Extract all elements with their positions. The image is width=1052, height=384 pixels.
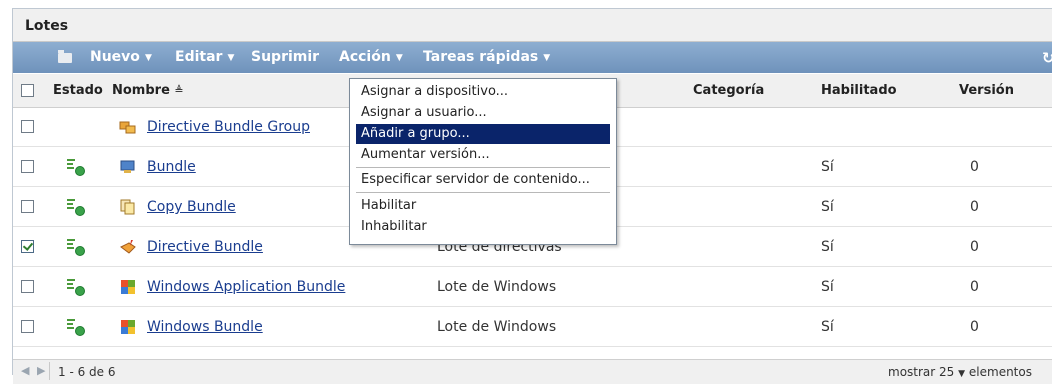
divider: [49, 362, 50, 380]
enabled-cell: Sí: [821, 199, 834, 215]
bundle-icon: [120, 160, 135, 173]
column-header-version[interactable]: Versión: [959, 83, 1014, 98]
toolbar: Nuevo ▼ Editar ▼ Suprimir Acción ▼ Tareas r…: [13, 42, 1052, 73]
menu-item-increase-version[interactable]: Aumentar versión...: [356, 145, 610, 165]
caret-down-icon: ▼: [958, 369, 966, 379]
caret-down-icon: ▼: [395, 53, 403, 63]
status-icon: [66, 317, 86, 337]
copy-bundle-icon: [120, 199, 135, 215]
refresh-icon[interactable]: ↻: [1042, 49, 1052, 67]
menu-item-assign-user[interactable]: Asignar a usuario...: [356, 103, 610, 123]
bundles-panel: Lotes Nuevo ▼ Editar ▼ Suprimir Acción ▼ Ta…: [12, 8, 1052, 384]
bundle-name-link[interactable]: Directive Bundle: [147, 239, 263, 255]
row-checkbox[interactable]: [21, 160, 34, 173]
caret-down-icon: ▼: [227, 53, 235, 63]
previous-page-icon[interactable]: ◀: [21, 364, 29, 377]
column-header-nombre[interactable]: Nombre ≜: [112, 83, 184, 98]
menu-divider: [356, 192, 610, 193]
page-size-control: mostrar 25 ▼ elementos: [888, 365, 1032, 379]
menu-divider: [356, 167, 610, 168]
menu-item-add-to-group[interactable]: Añadir a grupo...: [356, 124, 610, 144]
version-cell: 0: [970, 159, 979, 175]
bundle-name-link[interactable]: Bundle: [147, 159, 196, 175]
bundle-group-icon: [119, 121, 136, 134]
version-cell: 0: [970, 279, 979, 295]
folder-icon[interactable]: [58, 50, 72, 63]
version-cell: 0: [970, 239, 979, 255]
edit-menu-button[interactable]: Editar ▼: [175, 49, 234, 65]
column-header-estado[interactable]: Estado: [53, 83, 103, 98]
status-icon: [66, 157, 86, 177]
panel-title-bar: Lotes: [13, 9, 1052, 42]
status-icon: [66, 197, 86, 217]
page-size-select[interactable]: 25 ▼: [939, 365, 965, 379]
quick-tasks-menu-button[interactable]: Tareas rápidas ▼: [423, 49, 550, 65]
directive-bundle-icon: [120, 240, 136, 254]
pagination-bar: ◀ ▶ 1 - 6 de 6 mostrar 25 ▼ elementos: [13, 359, 1052, 384]
bundle-name-link[interactable]: Windows Application Bundle: [147, 279, 345, 295]
version-cell: 0: [970, 319, 979, 335]
bundle-name-link[interactable]: Copy Bundle: [147, 199, 236, 215]
category-cell: Lote de Windows: [437, 279, 557, 295]
column-header-habilitado[interactable]: Habilitado: [821, 83, 897, 98]
items-label: elementos: [968, 365, 1032, 379]
status-icon: [66, 237, 86, 257]
enabled-cell: Sí: [821, 159, 834, 175]
row-checkbox[interactable]: [21, 280, 34, 293]
menu-item-assign-device[interactable]: Asignar a dispositivo...: [356, 82, 610, 102]
version-cell: 0: [970, 199, 979, 215]
action-menu-button[interactable]: Acción ▼: [339, 49, 403, 65]
action-dropdown-menu: Asignar a dispositivo... Asignar a usuar…: [349, 78, 617, 245]
delete-button[interactable]: Suprimir: [251, 49, 319, 65]
menu-item-disable[interactable]: Inhabilitar: [356, 217, 610, 237]
status-icon: [66, 277, 86, 297]
menu-item-enable[interactable]: Habilitar: [356, 196, 610, 216]
table-row: Windows Application Bundle Lote de Windo…: [13, 268, 1052, 307]
row-checkbox[interactable]: [21, 120, 34, 133]
table-row: Windows Bundle Lote de Windows Sí 0: [13, 308, 1052, 347]
show-label: mostrar: [888, 365, 936, 379]
menu-item-specify-content-server[interactable]: Especificar servidor de contenido...: [356, 170, 610, 190]
windows-bundle-icon: [121, 280, 135, 294]
enabled-cell: Sí: [821, 239, 834, 255]
enabled-cell: Sí: [821, 279, 834, 295]
page-range: 1 - 6 de 6: [58, 365, 116, 379]
row-checkbox[interactable]: [21, 240, 34, 253]
row-checkbox[interactable]: [21, 200, 34, 213]
enabled-cell: Sí: [821, 319, 834, 335]
sort-ascending-icon: ≜: [174, 84, 184, 97]
next-page-icon[interactable]: ▶: [37, 364, 45, 377]
column-header-categoria[interactable]: Categoría: [693, 83, 764, 98]
caret-down-icon: ▼: [543, 53, 551, 63]
windows-bundle-icon: [121, 320, 135, 334]
new-menu-button[interactable]: Nuevo ▼: [90, 49, 152, 65]
panel-title: Lotes: [25, 18, 69, 34]
row-checkbox[interactable]: [21, 320, 34, 333]
category-cell: Lote de Windows: [437, 319, 557, 335]
bundle-name-link[interactable]: Windows Bundle: [147, 319, 263, 335]
caret-down-icon: ▼: [144, 53, 152, 63]
bundle-name-link[interactable]: Directive Bundle Group: [147, 119, 310, 135]
select-all-checkbox[interactable]: [21, 84, 34, 97]
